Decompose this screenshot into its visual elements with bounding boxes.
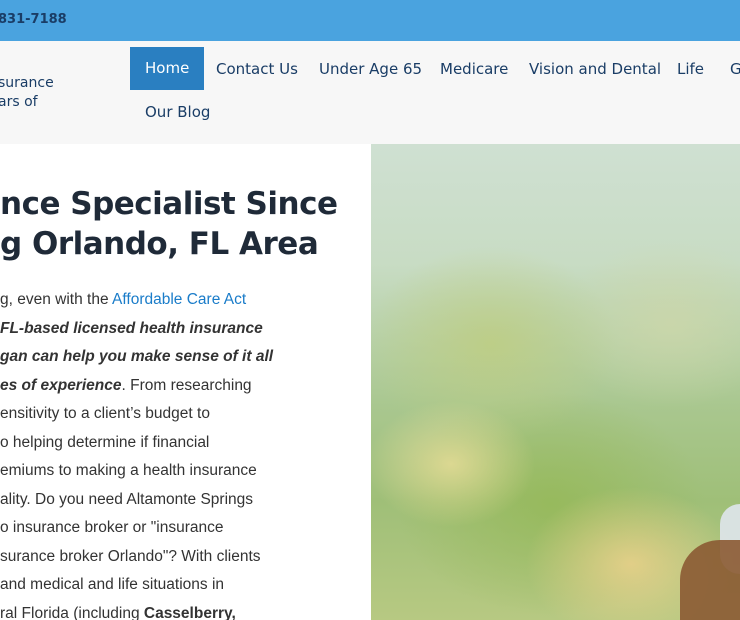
top-bar: 831-7188 (0, 0, 740, 41)
nav-contact-us[interactable]: Contact Us (216, 60, 298, 78)
nav-medicare[interactable]: Medicare (440, 60, 508, 78)
text-segment: o insurance broker or "insurance (0, 519, 224, 536)
text-segment: ral Florida (including (0, 604, 144, 620)
text-segment: es of experience (0, 376, 122, 394)
main-content: nce Specialist Since g Orlando, FL Area … (0, 144, 371, 620)
title-line-2: g Orlando, FL Area (0, 226, 319, 262)
site-header: surance ars of Home Contact Us Under Age… (0, 41, 740, 144)
text-segment: ensitivity to a client’s budget to (0, 405, 210, 422)
text-segment: . From researching (121, 376, 252, 394)
hero-photo (371, 144, 740, 620)
text-segment: emiums to making a health insurance (0, 462, 257, 479)
text-segment: Casselberry, (143, 604, 236, 620)
nav-vision-and-dental[interactable]: Vision and Dental (529, 60, 661, 78)
text-segment: ality. Do you need Altamonte Springs (0, 490, 254, 508)
nav-home[interactable]: Home (130, 47, 205, 90)
tagline-line-2: ars of (0, 94, 38, 110)
nav-under-age-65[interactable]: Under Age 65 (319, 60, 422, 78)
text-segment: g, even with the (0, 291, 113, 308)
text-segment: surance broker Orlando"? With clients (0, 547, 261, 565)
intro-paragraph: g, even with the Affordable Care Act FL-… (0, 286, 297, 620)
nav-life[interactable]: Life (677, 60, 704, 78)
page-title: nce Specialist Since g Orlando, FL Area (0, 184, 338, 264)
site-tagline: surance ars of (0, 74, 54, 112)
tagline-line-1: surance (0, 75, 54, 91)
affordable-care-act-link[interactable]: Affordable Care Act (112, 291, 246, 308)
phone-number[interactable]: 831-7188 (0, 12, 67, 27)
nav-our-blog[interactable]: Our Blog (145, 103, 210, 121)
text-segment: o helping determine if financial (0, 433, 210, 451)
title-line-1: nce Specialist Since (0, 186, 338, 222)
text-segment: and medical and life situations in (0, 576, 225, 593)
photo-bag-shape (680, 540, 740, 620)
text-segment: gan can help you make sense of it all (0, 348, 274, 365)
text-segment: FL-based licensed health insurance (0, 319, 263, 337)
nav-truncated-item[interactable]: G (730, 60, 740, 78)
